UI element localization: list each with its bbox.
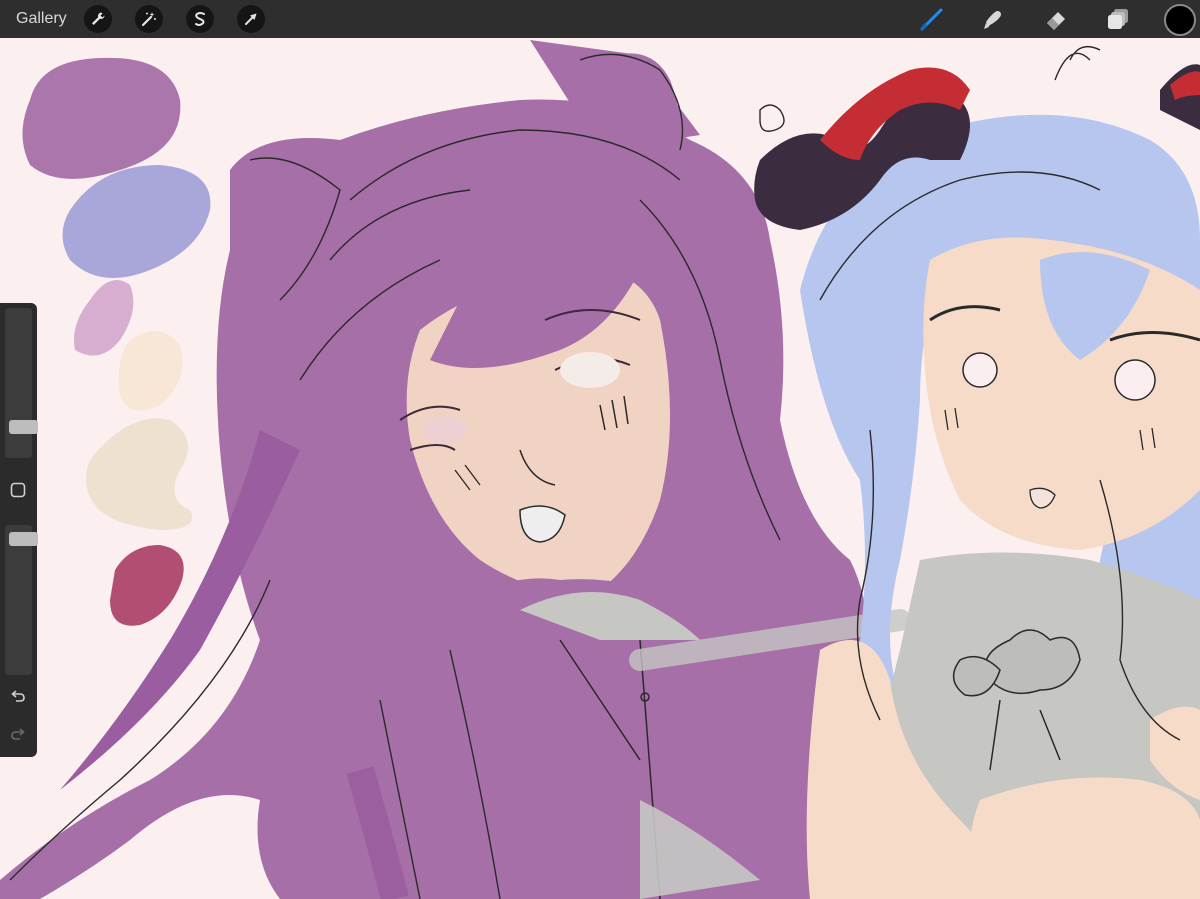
actions-button[interactable] — [84, 5, 112, 33]
transform-button[interactable] — [237, 5, 265, 33]
brush-size-thumb[interactable] — [9, 420, 38, 434]
transform-icon — [245, 13, 257, 25]
brush-size-slider[interactable] — [5, 308, 38, 458]
layers-icon — [1108, 9, 1128, 29]
undo-button[interactable] — [7, 685, 29, 707]
magic-wand-icon — [141, 12, 156, 27]
top-toolbar: Gallery — [0, 0, 1200, 38]
selection-button[interactable] — [186, 5, 214, 33]
smudge-icon — [984, 11, 1001, 29]
color-picker-button[interactable] — [1164, 4, 1196, 36]
smudge-tool-button[interactable] — [980, 5, 1008, 33]
undo-icon — [11, 690, 25, 702]
brush-tool-button[interactable] — [918, 5, 946, 33]
layers-button[interactable] — [1104, 5, 1132, 33]
modify-button[interactable] — [7, 479, 29, 501]
adjustments-button[interactable] — [135, 5, 163, 33]
redo-button[interactable] — [7, 723, 29, 745]
left-sidebar — [0, 303, 38, 757]
blue-character-face — [923, 237, 1200, 550]
brush-opacity-slider[interactable] — [5, 525, 38, 675]
brush-opacity-thumb[interactable] — [9, 532, 38, 546]
drawing-canvas[interactable] — [0, 38, 1200, 899]
redo-icon — [11, 728, 25, 740]
eraser-tool-button[interactable] — [1042, 5, 1070, 33]
gallery-button[interactable]: Gallery — [16, 10, 67, 28]
brush-icon — [920, 8, 943, 31]
selection-icon — [195, 12, 205, 26]
wrench-icon — [92, 12, 105, 25]
eraser-icon — [1047, 12, 1065, 30]
square-icon — [10, 482, 26, 498]
